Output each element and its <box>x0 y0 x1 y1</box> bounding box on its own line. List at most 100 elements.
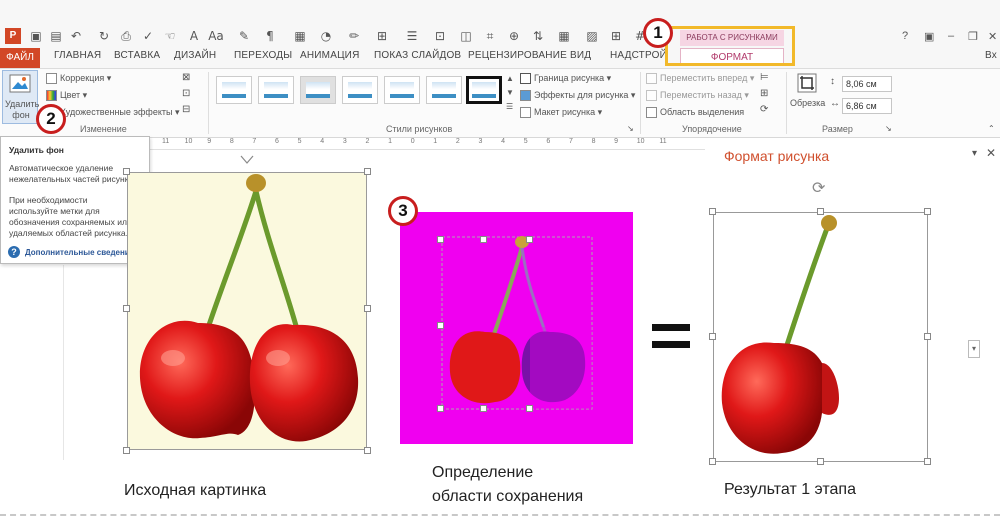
pane-close-icon[interactable]: ✕ <box>986 146 996 160</box>
group-objects-icon[interactable]: ⊞ <box>760 88 768 99</box>
tab-file[interactable]: ФАЙЛ <box>0 48 40 68</box>
result-picture[interactable] <box>713 212 928 462</box>
gallery-down-icon[interactable]: ▼ <box>506 88 514 97</box>
resize-handle[interactable] <box>817 458 824 465</box>
close-button[interactable]: ✕ <box>988 30 997 43</box>
table-qat-icon[interactable]: ⊞ <box>608 28 624 44</box>
bring-forward-button[interactable]: Переместить вперед ▾ <box>660 73 754 84</box>
size-launcher-icon[interactable]: ↘ <box>885 124 892 133</box>
resize-handle[interactable] <box>364 305 371 312</box>
tab-design[interactable]: ДИЗАЙН <box>174 50 216 61</box>
corrections-button[interactable]: Коррекция ▾ <box>60 73 111 84</box>
picture-style-6[interactable] <box>426 76 462 104</box>
resize-handle[interactable] <box>364 447 371 454</box>
resize-handle[interactable] <box>709 458 716 465</box>
touch-mode-icon[interactable]: ☜ <box>162 28 178 44</box>
rotate-handle-icon[interactable]: ⟳ <box>812 178 825 198</box>
selection-pane-button[interactable]: Область выделения <box>660 107 744 117</box>
draw-icon[interactable]: ◔ <box>318 28 334 44</box>
gallery-up-icon[interactable]: ▲ <box>506 74 514 83</box>
height-field[interactable]: 8,06 см <box>842 76 892 92</box>
tab-addins[interactable]: НАДСТРОЙ <box>610 50 667 61</box>
gallery-more-icon[interactable]: ☰ <box>506 102 513 111</box>
align-icon-ribbon[interactable]: ⊨ <box>760 72 769 83</box>
original-picture[interactable] <box>127 172 367 450</box>
width-field[interactable]: 6,86 см <box>842 98 892 114</box>
tab-review[interactable]: РЕЦЕНЗИРОВАНИЕ <box>468 50 567 61</box>
send-backward-button[interactable]: Переместить назад ▾ <box>660 90 749 101</box>
pane-options-icon[interactable]: ▾ <box>972 148 977 159</box>
line-color-icon[interactable]: ✏ <box>346 28 362 44</box>
picture-style-4[interactable] <box>342 76 378 104</box>
tab-view[interactable]: ВИД <box>570 50 591 61</box>
restore-button[interactable]: ❐ <box>968 30 978 43</box>
crop-button[interactable]: Обрезка <box>790 98 825 108</box>
compress-icon[interactable]: ⊠ <box>182 72 190 83</box>
styles-launcher-icon[interactable]: ↘ <box>627 124 634 133</box>
resize-handle[interactable] <box>709 333 716 340</box>
grid-icon[interactable]: ▦ <box>556 28 572 44</box>
picture-effects-button[interactable]: Эффекты для рисунка ▾ <box>534 90 635 101</box>
color-button[interactable]: Цвет ▾ <box>60 90 87 101</box>
background-removal-preview[interactable] <box>400 212 633 444</box>
spelling-icon[interactable]: ✓ <box>140 28 156 44</box>
tab-animations[interactable]: АНИМАЦИЯ <box>300 50 360 61</box>
marquee-handle[interactable] <box>437 236 444 243</box>
lock-icon[interactable]: ⊕ <box>506 28 522 44</box>
tab-home[interactable]: ГЛАВНАЯ <box>54 50 101 61</box>
resize-handle[interactable] <box>924 458 931 465</box>
resize-handle[interactable] <box>924 333 931 340</box>
flip-icon[interactable]: ⇅ <box>530 28 546 44</box>
rotate-handle-icon[interactable] <box>240 152 254 164</box>
minimize-button[interactable]: – <box>948 30 954 42</box>
arrange-icon[interactable]: ⊞ <box>374 28 390 44</box>
table-icon[interactable]: ▦ <box>292 28 308 44</box>
more-info-link[interactable]: Дополнительные сведения <box>25 247 134 258</box>
remove-background-button[interactable]: Удалить фон <box>2 70 39 124</box>
picture-layout-button[interactable]: Макет рисунка ▾ <box>534 107 602 118</box>
group-icon[interactable]: ⊡ <box>432 28 448 44</box>
resize-handle[interactable] <box>123 168 130 175</box>
picture-style-1[interactable] <box>216 76 252 104</box>
resize-handle[interactable] <box>123 447 130 454</box>
picture-style-7[interactable] <box>466 76 502 104</box>
picture-style-2[interactable] <box>258 76 294 104</box>
collapse-ribbon-icon[interactable]: ⌃ <box>988 124 995 133</box>
repeat-icon[interactable]: ↻ <box>96 28 112 44</box>
resize-handle[interactable] <box>123 305 130 312</box>
rotate-icon[interactable]: ⟳ <box>760 104 768 115</box>
picture-border-button[interactable]: Граница рисунка ▾ <box>534 73 611 84</box>
align-icon[interactable]: ☰ <box>404 28 420 44</box>
open-icon[interactable]: ▤ <box>48 28 64 44</box>
image-icon[interactable]: ▨ <box>584 28 600 44</box>
undo-icon[interactable]: ↶ <box>68 28 84 44</box>
user-name[interactable]: Вх <box>985 50 997 61</box>
font-icon[interactable]: A <box>186 28 202 44</box>
artistic-effects-button[interactable]: Художественные эффекты ▾ <box>60 107 179 118</box>
marquee-handle[interactable] <box>480 405 487 412</box>
shape-icon[interactable]: ◫ <box>458 28 474 44</box>
tab-transitions[interactable]: ПЕРЕХОДЫ <box>234 50 292 61</box>
tab-slideshow[interactable]: ПОКАЗ СЛАЙДОВ <box>374 50 461 61</box>
marquee-handle[interactable] <box>526 405 533 412</box>
resize-handle[interactable] <box>364 168 371 175</box>
marquee-handle[interactable] <box>526 236 533 243</box>
marquee-handle[interactable] <box>437 322 444 329</box>
tab-insert[interactable]: ВСТАВКА <box>114 50 160 61</box>
highlight-icon[interactable]: ✎ <box>236 28 252 44</box>
resize-handle[interactable] <box>924 208 931 215</box>
print-icon[interactable]: ⎙ <box>118 28 134 44</box>
picture-style-5[interactable] <box>384 76 420 104</box>
crop-qat-icon[interactable]: ⌗ <box>482 28 498 44</box>
marquee-handle[interactable] <box>437 405 444 412</box>
ribbon-display-button[interactable]: ▣ <box>924 30 934 43</box>
pane-dropdown-icon[interactable]: ▾ <box>968 340 980 358</box>
picture-style-3[interactable] <box>300 76 336 104</box>
save-icon[interactable]: ▣ <box>28 28 44 44</box>
reset-picture-icon[interactable]: ⊟ <box>182 104 190 115</box>
resize-handle[interactable] <box>709 208 716 215</box>
paragraph-icon[interactable]: ¶ <box>262 28 278 44</box>
help-button[interactable]: ? <box>902 30 908 42</box>
marquee-handle[interactable] <box>480 236 487 243</box>
resize-handle[interactable] <box>817 208 824 215</box>
